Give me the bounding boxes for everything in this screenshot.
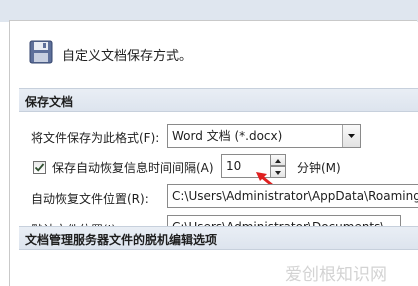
section-title: 保存文档 xyxy=(25,95,74,109)
section-header-save: 保存文档 xyxy=(19,88,418,112)
autorecover-unit-label: 分钟(M) xyxy=(297,161,341,175)
autorecover-location-value: C:\Users\Administrator\AppData\Roaming xyxy=(172,189,418,203)
section-header-offline-bar: 文档管理服务器文件的脱机编辑选项 xyxy=(19,226,418,250)
page-title: 自定义文档保存方式。 xyxy=(62,49,193,64)
chevron-down-icon xyxy=(348,134,355,138)
dropdown-button[interactable] xyxy=(342,125,360,147)
autorecover-location-input[interactable]: C:\Users\Administrator\AppData\Roaming xyxy=(167,184,418,208)
checkmark-icon xyxy=(34,163,45,172)
window-top-strip xyxy=(0,0,418,22)
save-format-dropdown[interactable]: Word 文档 (*.docx) xyxy=(167,124,361,148)
save-format-value: Word 文档 (*.docx) xyxy=(172,129,283,143)
autorecover-location-label: 自动恢复文件位置(R): xyxy=(31,192,149,206)
section-title: 文档管理服务器文件的脱机编辑选项 xyxy=(25,233,218,247)
autorecover-checkbox[interactable] xyxy=(33,161,46,174)
autorecover-label: 保存自动恢复信息时间间隔(A) xyxy=(52,161,214,175)
save-format-label: 将文件保存为此格式(F): xyxy=(31,131,160,145)
watermark-text: 爱创根知识网 xyxy=(285,265,387,285)
spinner-up-icon xyxy=(275,159,281,163)
save-disk-icon xyxy=(29,40,53,64)
autorecover-interval-value: 10 xyxy=(226,159,242,173)
spinner-up-button[interactable] xyxy=(270,154,286,166)
